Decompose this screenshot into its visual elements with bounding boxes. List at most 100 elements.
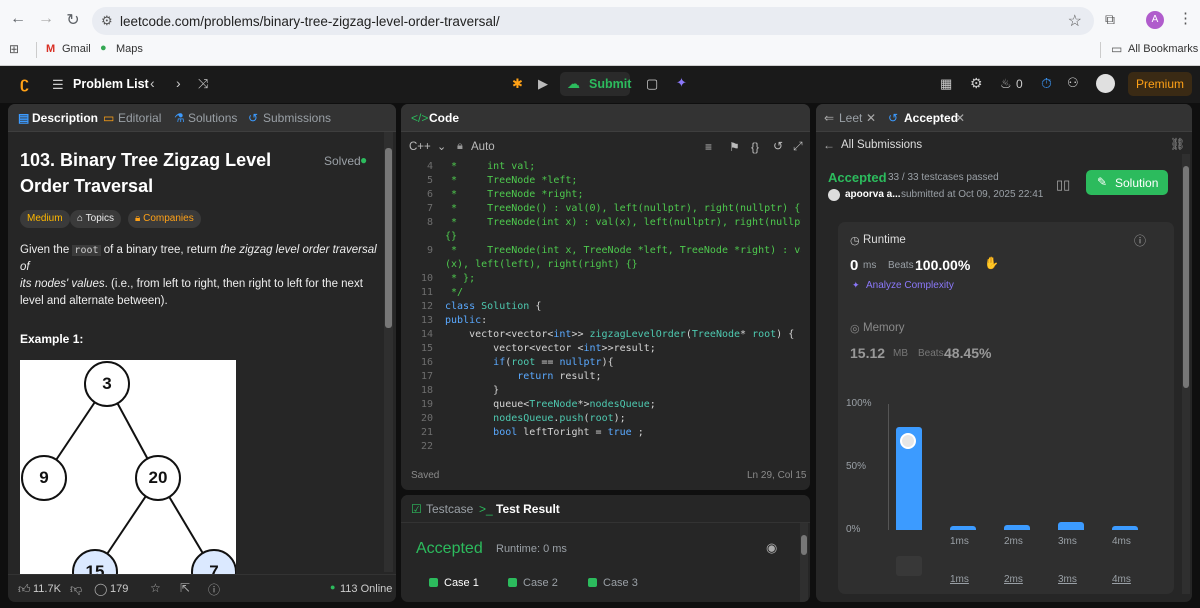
case-label: Case 2 [523,577,558,589]
apps-icon[interactable]: ⊞ [9,42,19,56]
close-icon[interactable]: ✕ [866,111,876,125]
ai-sparkle-icon[interactable]: ✦ [676,75,687,91]
companies-badge[interactable]: 🔒︎ Companies [128,210,201,228]
bookmark-maps[interactable]: Maps [116,43,143,55]
all-bookmarks[interactable]: All Bookmarks [1128,43,1198,55]
leetcode-logo-icon[interactable]: ʗ [20,75,29,93]
help-icon[interactable]: ⓘ [208,581,220,598]
settings-icon[interactable]: ⚙ [970,75,983,92]
fullscreen-icon[interactable]: ⤢ [793,139,803,154]
case-1-tab[interactable]: Case 1 [429,577,479,589]
case-2-tab[interactable]: Case 2 [508,577,558,589]
streak-icon[interactable]: ♨ [1000,76,1012,92]
analyze-complexity-link[interactable]: Analyze Complexity [866,280,954,291]
all-submissions-link[interactable]: All Submissions [841,139,922,151]
shuffle-icon[interactable]: ⤨ [198,76,208,92]
history-icon: ↺ [888,111,899,125]
notes-icon[interactable]: ▢ [646,76,658,92]
scrollbar-thumb[interactable] [1183,166,1189,388]
like-count: 11.7K [33,583,61,595]
bookmark-gmail[interactable]: Gmail [62,43,91,55]
edit-icon: ✎ [1097,175,1108,189]
tab-testcase[interactable]: Testcase [426,502,473,516]
tab-leet[interactable]: Leet [839,111,862,125]
menu-icon[interactable]: ⋮ [1178,9,1193,27]
problem-list-link[interactable]: Problem List [73,77,149,91]
favorite-star-icon[interactable]: ☆ [150,581,161,595]
user-avatar[interactable] [1096,74,1115,93]
eye-icon[interactable]: ◉ [766,540,777,556]
range-tick-label: 3ms [1058,574,1077,585]
solution-button[interactable]: ✎ Solution [1086,170,1168,195]
divider [36,42,37,58]
back-arrow-icon[interactable]: ← [823,138,835,152]
url-text: leetcode.com/problems/binary-tree-zigzag… [120,14,500,29]
link-icon[interactable]: ⛓ [1170,137,1185,151]
line-number: 12 [420,301,433,312]
run-icon[interactable]: ▶ [538,76,548,92]
tab-accepted[interactable]: Accepted [904,111,958,125]
bookmark-icon[interactable]: ⚑ [729,140,740,154]
site-info-icon[interactable]: ⚙ [101,13,113,29]
code-line: * TreeNode() : val(0), left(nullptr), ri… [445,203,801,214]
language-select[interactable]: C++ [409,141,431,153]
mode-label[interactable]: Auto [471,141,495,153]
reload-icon[interactable]: ↻ [63,10,83,30]
submit-button[interactable]: ☁ Submit [560,72,631,96]
checkbox-icon: ☑ [411,502,422,516]
prev-problem-icon[interactable]: ‹ [150,75,155,91]
solved-label: Solved [324,154,361,168]
premium-button[interactable]: Premium [1128,72,1192,96]
layout-icon[interactable]: ▦ [940,76,952,92]
check-icon [429,578,438,587]
tab-test-result[interactable]: Test Result [496,502,560,516]
tab-solutions[interactable]: Solutions [188,111,237,125]
share-icon[interactable]: ⇱ [180,581,190,595]
extensions-icon[interactable]: ⧉ [1105,11,1115,28]
topics-badge[interactable]: ⌂ Topics [70,210,122,228]
tag-icon: ⌂ [77,213,84,224]
scrollbar-thumb[interactable] [385,148,392,328]
scrollbar-thumb[interactable] [801,535,807,555]
address-bar[interactable]: ⚙ leetcode.com/problems/binary-tree-zigz… [92,7,1094,35]
chart-bar[interactable] [1112,526,1138,530]
solutions-icon: ⚗ [174,111,185,125]
info-icon[interactable]: ⓘ [1134,232,1146,249]
back-icon[interactable]: ← [8,10,28,28]
next-problem-icon[interactable]: › [176,75,181,91]
format-icon[interactable]: ≡ [705,140,712,154]
chart-bar[interactable] [950,526,976,530]
bookmark-star-icon[interactable]: ☆ [1068,11,1082,31]
close-icon[interactable]: ✕ [955,111,965,125]
submitter-name[interactable]: apoorva a... [845,189,901,200]
like-icon[interactable]: 👍︎ [18,582,31,597]
braces-icon[interactable]: {} [751,140,759,154]
submission-scrollbar[interactable] [1182,154,1190,594]
range-slider-handle[interactable] [896,556,922,576]
example-title: Example 1: [20,332,84,346]
online-dot-icon: ● [330,582,336,592]
description-scrollbar[interactable] [384,132,393,572]
book-icon[interactable]: ▯▯ [1056,177,1070,193]
tab-editorial[interactable]: Editorial [118,111,161,125]
list-icon[interactable]: ☰ [52,77,64,93]
tab-description[interactable]: Description [32,111,98,125]
chart-bar[interactable] [1058,522,1084,530]
dislike-icon[interactable]: 👎︎ [70,582,82,597]
code-editor[interactable]: 4 * int val; 5 * TreeNode *left; 6 * TreeN… [401,160,801,460]
tab-code[interactable]: Code [429,111,459,125]
forward-icon[interactable]: → [36,10,56,28]
add-friend-icon[interactable]: ⚇ [1067,75,1079,91]
profile-avatar[interactable]: A [1146,11,1164,29]
debug-icon[interactable]: ✱ [512,76,523,92]
reset-icon[interactable]: ↺ [773,139,783,153]
chevron-down-icon[interactable]: ⌄ [437,140,446,153]
difficulty-badge[interactable]: Medium [20,210,70,228]
case-3-tab[interactable]: Case 3 [588,577,638,589]
comment-icon[interactable]: ◯ [94,582,107,596]
chart-bar[interactable] [1004,524,1030,530]
tab-submissions[interactable]: Submissions [263,111,331,125]
timer-icon[interactable]: ⏱ [1041,75,1052,92]
test-scrollbar[interactable] [800,523,808,602]
leet-icon: ⇐ [824,111,835,125]
